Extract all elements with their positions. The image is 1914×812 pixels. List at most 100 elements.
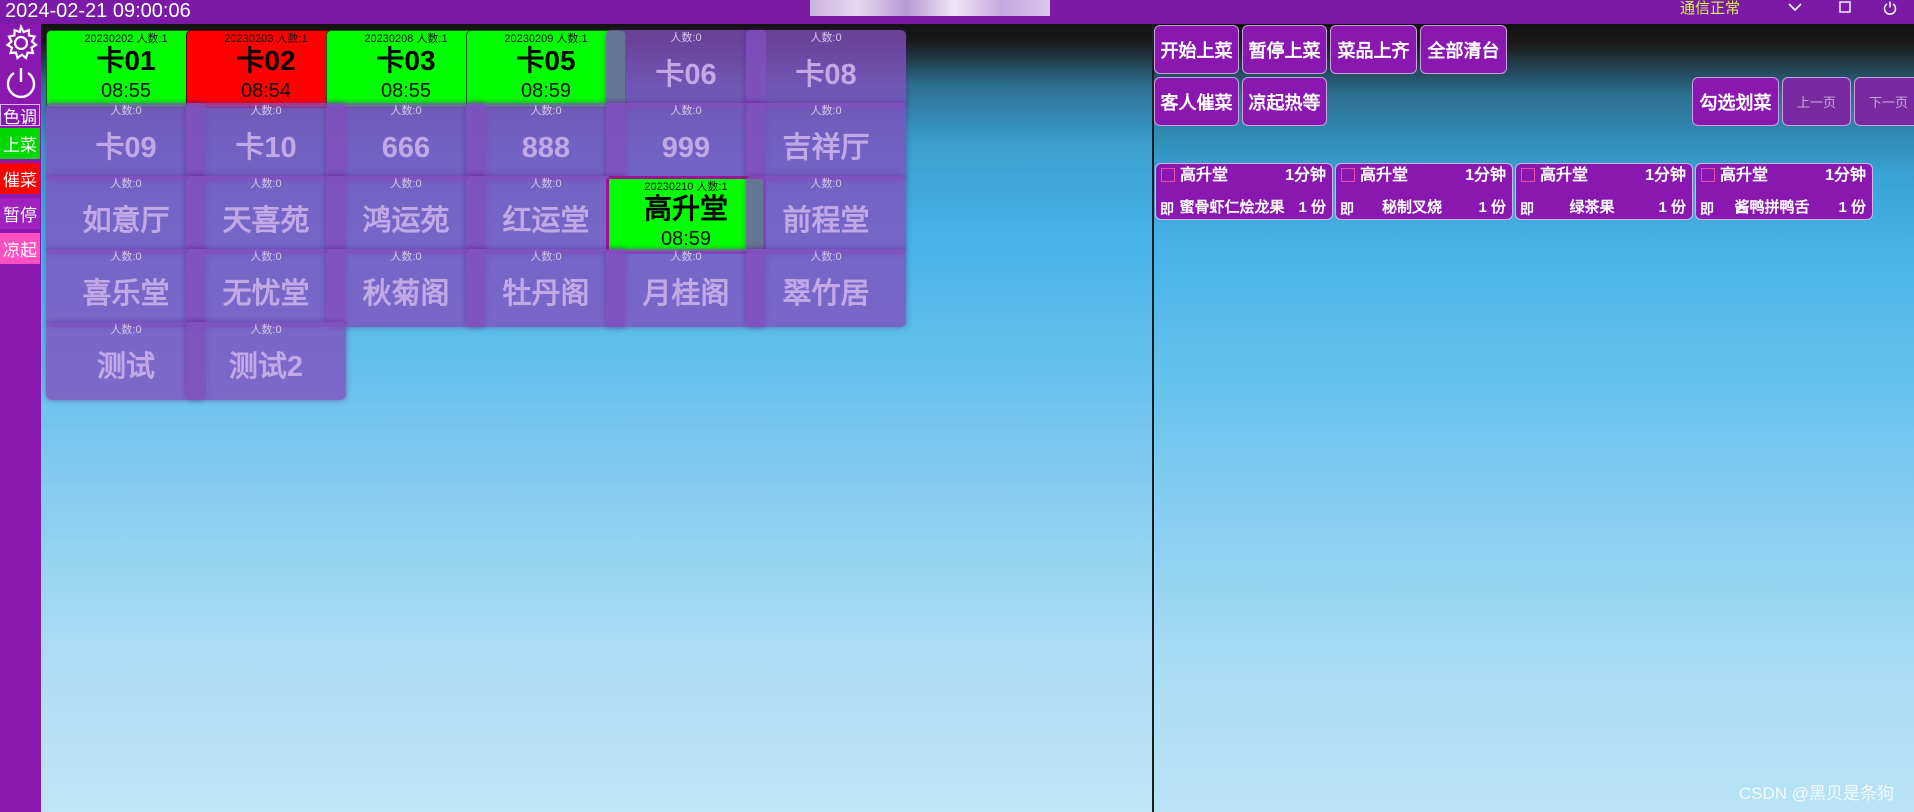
table-card[interactable]: 人数:0 卡08 bbox=[746, 30, 906, 108]
cold-legend-button[interactable]: 凉起 bbox=[0, 233, 40, 264]
maximize-icon[interactable] bbox=[1833, 0, 1857, 18]
serve-legend-button[interactable]: 上菜 bbox=[0, 128, 40, 159]
table-card-name: 卡03 bbox=[376, 45, 436, 76]
prev-page-button[interactable]: 上一页 bbox=[1782, 77, 1851, 126]
table-card-name: 无忧堂 bbox=[222, 278, 310, 310]
table-card-info: 人数:0 bbox=[250, 105, 282, 117]
order-tile[interactable]: 高升堂 1分钟即 酱鸭拼鸭舌 1 份 bbox=[1695, 163, 1873, 220]
order-panel: 开始上菜 暂停上菜 菜品上齐 全部清台 客人催菜 凉起热等 勾选划菜 上一页 下… bbox=[1154, 24, 1914, 812]
order-checkbox[interactable] bbox=[1701, 168, 1715, 182]
table-card[interactable]: 人数:0 翠竹居 bbox=[746, 249, 906, 327]
order-tile[interactable]: 高升堂 1分钟即蜜骨虾仁烩龙果 1 份 bbox=[1155, 163, 1333, 220]
table-card-info: 人数:0 bbox=[390, 105, 422, 117]
next-page-button[interactable]: 下一页 bbox=[1854, 77, 1914, 126]
check-dish-button[interactable]: 勾选划菜 bbox=[1692, 77, 1779, 126]
table-card-name: 999 bbox=[661, 132, 711, 164]
table-card-name: 卡08 bbox=[795, 59, 857, 91]
table-card-info: 人数:0 bbox=[530, 105, 562, 117]
customer-urge-button[interactable]: 客人催菜 bbox=[1154, 77, 1239, 126]
table-card-time: 08:54 bbox=[240, 80, 292, 102]
table-card[interactable]: 人数:0 吉祥厅 bbox=[746, 103, 906, 181]
table-card[interactable]: 人数:0 秋菊阁 bbox=[326, 249, 486, 327]
table-card-time: 08:59 bbox=[520, 80, 572, 102]
table-card-info: 人数:0 bbox=[250, 251, 282, 263]
table-card-name: 秋菊阁 bbox=[362, 278, 450, 310]
table-card-time: 08:55 bbox=[100, 80, 152, 102]
table-card-info: 人数:0 bbox=[670, 251, 702, 263]
table-card[interactable]: 人数:0 测试 bbox=[46, 322, 206, 400]
order-quantity: 1 份 bbox=[1298, 199, 1326, 216]
table-card[interactable]: 人数:0 喜乐堂 bbox=[46, 249, 206, 327]
table-card[interactable]: 人数:0 测试2 bbox=[186, 322, 346, 400]
chevron-down-icon[interactable] bbox=[1783, 0, 1807, 18]
table-card[interactable]: 人数:0 红运堂 bbox=[466, 176, 626, 254]
table-card[interactable]: 人数:0 如意厅 bbox=[46, 176, 206, 254]
order-table-name: 高升堂 bbox=[1720, 167, 1769, 184]
table-card[interactable]: 人数:0 999 bbox=[606, 103, 766, 181]
pause-legend-button[interactable]: 暂停 bbox=[0, 198, 40, 229]
table-card[interactable]: 20230202 人数:1 卡01 08:55 bbox=[46, 30, 206, 108]
table-card[interactable]: 人数:0 鸿运苑 bbox=[326, 176, 486, 254]
urge-legend-button[interactable]: 催菜 bbox=[0, 163, 40, 194]
cold-hot-wait-button[interactable]: 凉起热等 bbox=[1242, 77, 1327, 126]
table-card-info: 人数:0 bbox=[390, 178, 422, 190]
table-card-name: 测试 bbox=[96, 351, 155, 383]
table-grid-panel: 20230202 人数:1 卡01 08:55 20230203 人数:1 卡02 08:… bbox=[41, 24, 1152, 812]
table-card-info: 人数:0 bbox=[110, 251, 142, 263]
table-card-info: 人数:0 bbox=[530, 251, 562, 263]
order-dish-name: 绿茶果 bbox=[1569, 199, 1615, 216]
order-table-name: 高升堂 bbox=[1540, 167, 1589, 184]
table-card-name: 666 bbox=[381, 132, 431, 164]
clock-datetime: 2024-02-21 09:00:06 bbox=[5, 0, 191, 22]
order-dish-name: 蜜骨虾仁烩龙果 bbox=[1179, 199, 1285, 216]
table-card-time: 08:59 bbox=[660, 228, 712, 250]
table-card-name: 前程堂 bbox=[782, 205, 870, 237]
table-card-name: 牡丹阁 bbox=[502, 278, 590, 310]
order-table-name: 高升堂 bbox=[1360, 167, 1409, 184]
table-card[interactable]: 人数:0 卡09 bbox=[46, 103, 206, 181]
table-card[interactable]: 20230203 人数:1 卡02 08:54 bbox=[186, 30, 346, 108]
table-card[interactable]: 人数:0 卡06 bbox=[606, 30, 766, 108]
table-card[interactable]: 人数:0 卡10 bbox=[186, 103, 346, 181]
order-checkbox[interactable] bbox=[1521, 168, 1535, 182]
table-card-info: 人数:0 bbox=[810, 32, 842, 44]
table-card-time: 08:55 bbox=[380, 80, 432, 102]
table-card[interactable]: 20230210 人数:1 高升堂 08:59 bbox=[606, 176, 766, 254]
table-card[interactable]: 人数:0 月桂阁 bbox=[606, 249, 766, 327]
order-dish-name: 秘制叉烧 bbox=[1381, 199, 1442, 216]
order-quantity: 1 份 bbox=[1658, 199, 1686, 216]
order-urgency-tag: 即 bbox=[1700, 201, 1714, 217]
order-tile[interactable]: 高升堂 1分钟即 秘制叉烧 1 份 bbox=[1335, 163, 1513, 220]
power-icon[interactable] bbox=[0, 64, 41, 102]
order-urgency-tag: 即 bbox=[1340, 201, 1354, 217]
table-card-name: 如意厅 bbox=[82, 205, 170, 237]
pause-serving-button[interactable]: 暂停上菜 bbox=[1242, 25, 1327, 74]
table-card-name: 卡06 bbox=[655, 59, 717, 91]
watermark: CSDN @黑贝是条狗 bbox=[1738, 784, 1894, 803]
start-serving-button[interactable]: 开始上菜 bbox=[1154, 25, 1239, 74]
table-card[interactable]: 20230208 人数:1 卡03 08:55 bbox=[326, 30, 486, 108]
clear-all-tables-button[interactable]: 全部清台 bbox=[1420, 25, 1507, 74]
order-checkbox[interactable] bbox=[1161, 168, 1175, 182]
all-served-button[interactable]: 菜品上齐 bbox=[1330, 25, 1417, 74]
table-card[interactable]: 人数:0 前程堂 bbox=[746, 176, 906, 254]
order-tile[interactable]: 高升堂 1分钟即 绿茶果 1 份 bbox=[1515, 163, 1693, 220]
gear-icon[interactable] bbox=[0, 24, 41, 62]
table-card[interactable]: 人数:0 牡丹阁 bbox=[466, 249, 626, 327]
table-card[interactable]: 人数:0 888 bbox=[466, 103, 626, 181]
order-checkbox[interactable] bbox=[1341, 168, 1355, 182]
table-card[interactable]: 人数:0 无忧堂 bbox=[186, 249, 346, 327]
table-card-info: 人数:0 bbox=[250, 178, 282, 190]
order-elapsed: 1分钟 bbox=[1465, 167, 1506, 184]
table-card-name: 高升堂 bbox=[643, 193, 728, 224]
table-card[interactable]: 人数:0 天喜苑 bbox=[186, 176, 346, 254]
table-card[interactable]: 人数:0 666 bbox=[326, 103, 486, 181]
power-off-icon[interactable] bbox=[1878, 0, 1902, 18]
table-card-name: 卡01 bbox=[96, 45, 156, 76]
table-card-name: 天喜苑 bbox=[222, 205, 310, 237]
tone-button[interactable]: 色调 bbox=[0, 104, 40, 127]
table-card-info: 人数:0 bbox=[670, 32, 702, 44]
table-card-name: 吉祥厅 bbox=[782, 132, 870, 164]
table-card[interactable]: 20230209 人数:1 卡05 08:59 bbox=[466, 30, 626, 108]
table-card-info: 人数:0 bbox=[110, 178, 142, 190]
